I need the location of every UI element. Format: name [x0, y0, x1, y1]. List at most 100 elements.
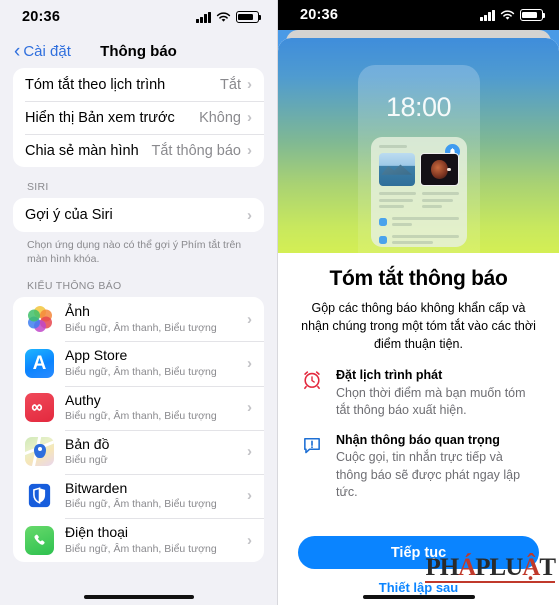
feature-text: Đặt lịch trình phát Chọn thời điểm mà bạ…	[336, 367, 537, 419]
row-label: Gợi ý của Siri	[25, 207, 113, 223]
app-list-group: Ảnh Biểu ngữ, Âm thanh, Biểu tượng › A A…	[13, 297, 264, 563]
back-button[interactable]: ‹ Cài đặt	[14, 42, 71, 61]
chevron-right-icon: ›	[247, 76, 252, 93]
bitwarden-app-icon	[25, 481, 54, 511]
battery-icon	[236, 11, 262, 23]
row-label: Chia sẻ màn hình	[25, 142, 139, 159]
right-phone-screen: 20:36 18:00 Tóm tắt thông báo Gộp các th…	[278, 0, 559, 605]
message-alert-icon	[300, 433, 324, 457]
sheet-subtitle: Gộp các thông báo không khẩn cấp và nhận…	[301, 301, 536, 352]
app-name: Bản đồ	[65, 435, 110, 452]
scroll-fade	[278, 507, 559, 529]
landscape-thumbnail	[378, 153, 415, 186]
screenshot-root: 20:36 ‹ Cài đặt Thông báo Tóm tắt theo l…	[0, 0, 559, 605]
sheet-title: Tóm tắt thông báo	[329, 267, 508, 290]
chevron-right-icon: ›	[247, 206, 252, 224]
app-subtitle: Biểu ngữ	[65, 454, 108, 467]
sheet-body: Tóm tắt thông báo Gộp các thông báo khôn…	[278, 253, 559, 605]
space-thumbnail	[420, 153, 459, 186]
row-siri-suggestions[interactable]: Gợi ý của Siri ›	[13, 198, 264, 232]
siri-group: Gợi ý của Siri ›	[13, 198, 264, 232]
wifi-icon	[216, 11, 231, 23]
row-show-previews[interactable]: Hiển thị Bản xem trước Không ›	[13, 101, 264, 134]
app-row-bitwarden[interactable]: Bitwarden Biểu ngữ, Âm thanh, Biểu tượng…	[13, 473, 264, 518]
authy-app-icon	[25, 393, 54, 423]
chevron-right-icon: ›	[247, 355, 252, 373]
feature-item-schedule: Đặt lịch trình phát Chọn thời điểm mà bạ…	[300, 367, 537, 419]
app-name: Ảnh	[65, 303, 90, 320]
chevron-right-icon: ›	[247, 109, 252, 126]
chevron-right-icon: ›	[247, 399, 252, 417]
row-value: Tắt	[220, 76, 241, 93]
watermark-underline	[425, 581, 555, 583]
row-value: Không	[199, 109, 241, 126]
chevron-left-icon: ‹	[14, 40, 21, 62]
card-text-columns	[378, 192, 459, 212]
app-store-icon: A	[25, 349, 54, 379]
app-row-maps[interactable]: Bản đồ Biểu ngữ ›	[13, 429, 264, 474]
back-button-label: Cài đặt	[23, 42, 71, 60]
app-subtitle: Biểu ngữ, Âm thanh, Biểu tượng	[65, 542, 217, 555]
section-header-notification-style: KIỂU THÔNG BÁO	[27, 280, 122, 293]
status-indicators	[196, 11, 262, 23]
settings-content: Tóm tắt theo lịch trình Tắt › Hiển thị B…	[0, 68, 277, 563]
cellular-bars-icon	[196, 11, 211, 23]
home-indicator	[83, 595, 194, 599]
app-row-photos[interactable]: Ảnh Biểu ngữ, Âm thanh, Biểu tượng ›	[13, 297, 264, 341]
feature-list: Đặt lịch trình phát Chọn thời điểm mà bạ…	[300, 367, 537, 501]
app-text: Điện thoại Biểu ngữ, Âm thanh, Biểu tượn…	[65, 524, 247, 556]
feature-heading: Đặt lịch trình phát	[336, 368, 443, 383]
navigation-bar: ‹ Cài đặt Thông báo	[0, 34, 277, 68]
chevron-right-icon: ›	[247, 310, 252, 328]
cellular-bars-icon	[480, 9, 495, 21]
app-subtitle: Biểu ngữ, Âm thanh, Biểu tượng	[65, 498, 217, 511]
app-row-authy[interactable]: Authy Biểu ngữ, Âm thanh, Biểu tượng ›	[13, 385, 264, 430]
row-label: Tóm tắt theo lịch trình	[25, 76, 166, 93]
row-scheduled-summary[interactable]: Tóm tắt theo lịch trình Tắt ›	[13, 68, 264, 101]
feature-text: Nhận thông báo quan trọng Cuộc gọi, tin …	[336, 432, 537, 501]
status-time: 20:36	[300, 7, 339, 23]
app-name: Authy	[65, 391, 101, 408]
hero-illustration: 18:00	[278, 38, 559, 253]
app-name: App Store	[65, 347, 128, 364]
lockscreen-time: 18:00	[385, 92, 452, 122]
app-subtitle: Biểu ngữ, Âm thanh, Biểu tượng	[65, 321, 217, 334]
chevron-right-icon: ›	[247, 531, 252, 549]
row-screen-sharing[interactable]: Chia sẻ màn hình Tắt thông báo ›	[13, 134, 264, 167]
watermark-logo: PHÁPLUẬT	[425, 554, 556, 583]
onboarding-sheet: 18:00 Tóm tắt thông báo Gộp các thông bá…	[278, 38, 559, 605]
home-indicator	[362, 595, 475, 599]
device-mockup: 18:00	[357, 65, 480, 253]
phone-app-icon	[25, 525, 54, 555]
app-subtitle: Biểu ngữ, Âm thanh, Biểu tượng	[65, 365, 217, 378]
app-name: Điện thoại	[65, 524, 129, 541]
app-row-phone[interactable]: Điện thoại Biểu ngữ, Âm thanh, Biểu tượn…	[13, 518, 264, 562]
left-phone-screen: 20:36 ‹ Cài đặt Thông báo Tóm tắt theo l…	[0, 0, 278, 605]
alarm-clock-icon	[300, 368, 324, 392]
watermark-text: PHÁPLUẬT	[425, 554, 556, 581]
wifi-icon	[500, 9, 515, 21]
feature-heading: Nhận thông báo quan trọng	[336, 433, 500, 448]
app-text: Ảnh Biểu ngữ, Âm thanh, Biểu tượng	[65, 303, 247, 335]
app-text: Bitwarden Biểu ngữ, Âm thanh, Biểu tượng	[65, 480, 247, 512]
summary-card-illustration	[370, 137, 467, 248]
app-text: Authy Biểu ngữ, Âm thanh, Biểu tượng	[65, 392, 247, 424]
chevron-right-icon: ›	[247, 142, 252, 159]
modal-backdrop: 18:00 Tóm tắt thông báo Gộp các thông bá…	[278, 30, 559, 605]
card-bullet	[378, 216, 459, 230]
app-text: App Store Biểu ngữ, Âm thanh, Biểu tượng	[65, 347, 247, 379]
maps-app-icon	[25, 437, 54, 467]
status-indicators	[480, 9, 546, 21]
left-status-bar: 20:36	[0, 0, 277, 34]
feature-item-important: Nhận thông báo quan trọng Cuộc gọi, tin …	[300, 432, 537, 501]
section-header-siri: SIRI	[27, 181, 49, 193]
card-bullet	[378, 234, 459, 248]
right-status-bar: 20:36	[278, 0, 559, 30]
card-images	[378, 153, 459, 186]
battery-icon	[520, 9, 546, 21]
chevron-right-icon: ›	[247, 443, 252, 461]
photos-app-icon	[25, 304, 54, 334]
chevron-right-icon: ›	[247, 487, 252, 505]
app-row-app-store[interactable]: A App Store Biểu ngữ, Âm thanh, Biểu tượ…	[13, 341, 264, 385]
app-text: Bản đồ Biểu ngữ	[65, 436, 247, 468]
